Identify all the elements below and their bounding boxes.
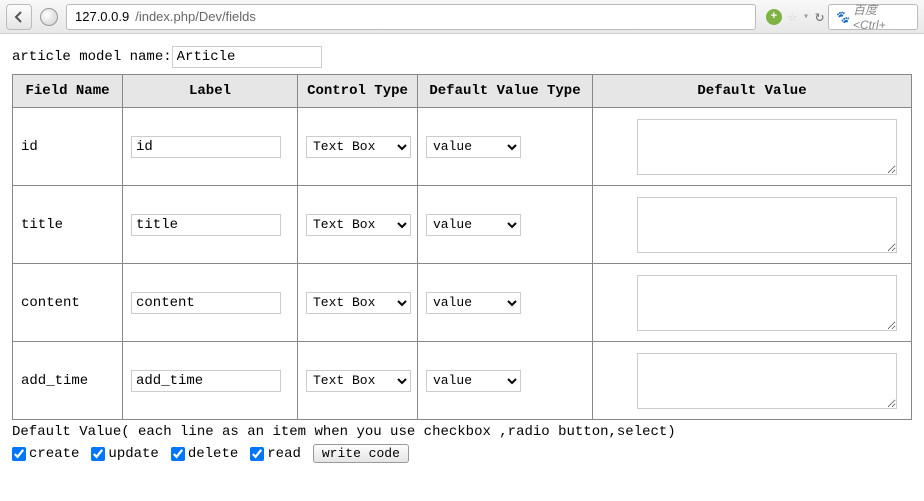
model-name-label: article model name: bbox=[12, 49, 172, 65]
check-update-label[interactable]: update bbox=[91, 446, 158, 462]
default-value-cell bbox=[593, 186, 912, 264]
default-value-type-select[interactable]: value bbox=[426, 214, 521, 236]
dropdown-icon[interactable]: ▾ bbox=[803, 11, 809, 23]
check-create-label[interactable]: create bbox=[12, 446, 79, 462]
default-value-cell bbox=[593, 264, 912, 342]
default-value-cell bbox=[593, 342, 912, 420]
fields-table: Field Name Label Control Type Default Va… bbox=[12, 74, 912, 420]
control-type-cell: Text Box bbox=[298, 108, 418, 186]
control-type-select[interactable]: Text Box bbox=[306, 136, 411, 158]
reload-icon[interactable]: ↻ bbox=[815, 7, 824, 26]
col-default-value-type: Default Value Type bbox=[418, 75, 593, 108]
label-input[interactable] bbox=[131, 136, 281, 158]
label-cell bbox=[123, 264, 298, 342]
model-name-input[interactable] bbox=[172, 46, 322, 68]
write-code-button[interactable]: write code bbox=[313, 444, 409, 463]
check-delete[interactable] bbox=[171, 447, 185, 461]
control-type-select[interactable]: Text Box bbox=[306, 370, 411, 392]
default-value-type-select[interactable]: value bbox=[426, 370, 521, 392]
control-type-cell: Text Box bbox=[298, 264, 418, 342]
default-value-type-select[interactable]: value bbox=[426, 292, 521, 314]
label-cell bbox=[123, 186, 298, 264]
action-checks: create update delete read write code bbox=[12, 444, 912, 463]
check-delete-label[interactable]: delete bbox=[171, 446, 238, 462]
col-label: Label bbox=[123, 75, 298, 108]
page-content: article model name: Field Name Label Con… bbox=[0, 34, 924, 475]
check-create[interactable] bbox=[12, 447, 26, 461]
default-value-textarea[interactable] bbox=[637, 275, 897, 331]
field-name-cell: content bbox=[13, 264, 123, 342]
search-box[interactable]: 🐾 百度 <Ctrl+ bbox=[828, 4, 918, 30]
table-row: title Text Box value bbox=[13, 186, 912, 264]
add-bookmark-icon[interactable]: + bbox=[766, 9, 782, 25]
field-name-cell: title bbox=[13, 186, 123, 264]
field-name-cell: add_time bbox=[13, 342, 123, 420]
url-bar-actions: + ☆ ▾ ↻ bbox=[766, 7, 824, 26]
default-value-type-cell: value bbox=[418, 264, 593, 342]
star-icon[interactable]: ☆ bbox=[788, 7, 797, 26]
model-name-row: article model name: bbox=[12, 46, 912, 68]
back-button[interactable] bbox=[6, 4, 32, 30]
search-placeholder: 百度 <Ctrl+ bbox=[853, 1, 911, 32]
col-default-value: Default Value bbox=[593, 75, 912, 108]
label-input[interactable] bbox=[131, 292, 281, 314]
default-value-textarea[interactable] bbox=[637, 353, 897, 409]
default-value-textarea[interactable] bbox=[637, 119, 897, 175]
default-value-cell bbox=[593, 108, 912, 186]
url-path: /index.php/Dev/fields bbox=[135, 9, 256, 24]
label-cell bbox=[123, 108, 298, 186]
site-identity-icon bbox=[40, 8, 58, 26]
url-bar[interactable]: 127.0.0.9/index.php/Dev/fields bbox=[66, 4, 756, 30]
table-row: id Text Box value bbox=[13, 108, 912, 186]
default-value-textarea[interactable] bbox=[637, 197, 897, 253]
label-input[interactable] bbox=[131, 370, 281, 392]
label-cell bbox=[123, 342, 298, 420]
control-type-select[interactable]: Text Box bbox=[306, 292, 411, 314]
col-control-type: Control Type bbox=[298, 75, 418, 108]
default-value-hint: Default Value( each line as an item when… bbox=[12, 424, 912, 440]
label-input[interactable] bbox=[131, 214, 281, 236]
check-read-label[interactable]: read bbox=[250, 446, 301, 462]
control-type-cell: Text Box bbox=[298, 186, 418, 264]
browser-toolbar: 127.0.0.9/index.php/Dev/fields + ☆ ▾ ↻ 🐾… bbox=[0, 0, 924, 34]
col-field-name: Field Name bbox=[13, 75, 123, 108]
table-header-row: Field Name Label Control Type Default Va… bbox=[13, 75, 912, 108]
check-update[interactable] bbox=[91, 447, 105, 461]
default-value-type-cell: value bbox=[418, 186, 593, 264]
check-read[interactable] bbox=[250, 447, 264, 461]
control-type-cell: Text Box bbox=[298, 342, 418, 420]
default-value-type-cell: value bbox=[418, 108, 593, 186]
table-row: add_time Text Box value bbox=[13, 342, 912, 420]
default-value-type-cell: value bbox=[418, 342, 593, 420]
control-type-select[interactable]: Text Box bbox=[306, 214, 411, 236]
search-engine-icon: 🐾 bbox=[835, 10, 849, 24]
default-value-type-select[interactable]: value bbox=[426, 136, 521, 158]
field-name-cell: id bbox=[13, 108, 123, 186]
url-host: 127.0.0.9 bbox=[75, 9, 129, 24]
table-row: content Text Box value bbox=[13, 264, 912, 342]
